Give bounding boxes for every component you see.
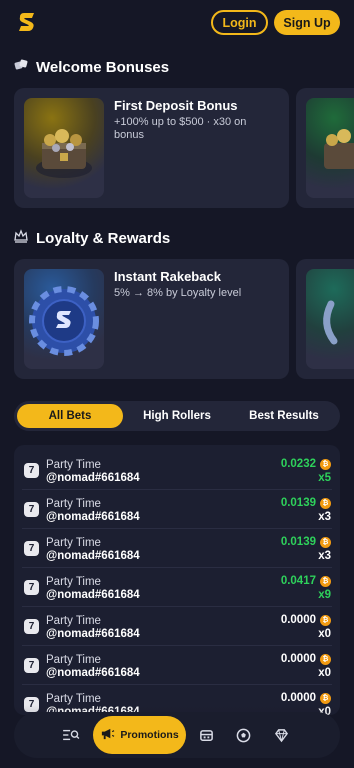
bet-amount: 0.0000 — [280, 614, 316, 626]
bet-game: Party Time — [46, 498, 101, 510]
card-description: +100% up to $500 · x30 on bonus — [114, 116, 247, 141]
diamond-icon[interactable] — [269, 723, 293, 747]
coin-icon: ₿ — [320, 459, 331, 470]
game-icon: 7 — [24, 619, 39, 634]
game-icon: 7 — [24, 697, 39, 712]
bet-multiplier: x9 — [318, 589, 331, 601]
section-title: Loyalty & Rewards — [36, 229, 171, 247]
bet-user: @nomad#661684 — [46, 628, 140, 640]
coin-icon: ₿ — [320, 576, 331, 587]
bet-user: @nomad#661684 — [46, 667, 140, 679]
promotions-label: Promotions — [120, 729, 179, 741]
megaphone-icon — [100, 726, 115, 744]
bet-amount: 0.0000 — [280, 692, 316, 704]
bet-row[interactable]: 7 Party Time @nomad#661684 0.0139 ₿ x3 — [14, 529, 340, 568]
tab-best-results[interactable]: Best Results — [232, 404, 336, 428]
bet-user: @nomad#661684 — [46, 550, 140, 562]
card-title: Instant Rakeback — [114, 269, 221, 284]
bet-game: Party Time — [46, 693, 101, 705]
header: Login Sign Up — [0, 0, 354, 44]
logo[interactable] — [16, 11, 38, 33]
dice-icon — [14, 58, 28, 76]
coin-icon: ₿ — [320, 537, 331, 548]
promotions-button[interactable]: Promotions — [93, 716, 186, 754]
bet-row[interactable]: 7 Party Time @nomad#661684 0.0000 ₿ x0 — [14, 607, 340, 646]
next-bonus-card[interactable] — [296, 88, 354, 208]
welcome-bonuses-heading: Welcome Bonuses — [14, 58, 169, 76]
game-icon: 7 — [24, 463, 39, 478]
bet-amount: 0.0139 — [280, 497, 316, 509]
card-description: 5% → 8% by Loyalty level — [114, 287, 242, 299]
bet-game: Party Time — [46, 654, 101, 666]
bet-amount: 0.0232 — [280, 458, 316, 470]
poker-chip-image — [24, 269, 104, 369]
bet-user: @nomad#661684 — [46, 589, 140, 601]
tab-high-rollers[interactable]: High Rollers — [126, 404, 228, 428]
treasure-chest-image — [24, 98, 104, 198]
bet-multiplier: x3 — [318, 550, 331, 562]
game-icon: 7 — [24, 580, 39, 595]
crown-icon — [14, 229, 28, 247]
card-title: First Deposit Bonus — [114, 98, 238, 113]
signup-button[interactable]: Sign Up — [274, 10, 340, 35]
bets-list: 7 Party Time @nomad#661684 0.0232 ₿ x5 7… — [14, 445, 340, 715]
bet-user: @nomad#661684 — [46, 511, 140, 523]
tab-all-bets[interactable]: All Bets — [17, 404, 123, 428]
bet-game: Party Time — [46, 576, 101, 588]
bet-multiplier: x3 — [318, 511, 331, 523]
slots-icon[interactable] — [194, 723, 218, 747]
bet-amount: 0.0417 — [280, 575, 316, 587]
bet-multiplier: x0 — [318, 667, 331, 679]
reward-image — [306, 269, 354, 369]
coin-icon: ₿ — [320, 498, 331, 509]
first-deposit-bonus-card[interactable]: First Deposit Bonus +100% up to $500 · x… — [14, 88, 289, 208]
bets-tabs: All Bets High Rollers Best Results — [14, 401, 340, 431]
bet-game: Party Time — [46, 459, 101, 471]
treasure-chest-image — [306, 98, 354, 198]
section-title: Welcome Bonuses — [36, 58, 170, 76]
bet-amount: 0.0139 — [280, 536, 316, 548]
bet-multiplier: x0 — [318, 628, 331, 640]
next-reward-card[interactable] — [296, 259, 354, 379]
bet-game: Party Time — [46, 537, 101, 549]
loyalty-rewards-heading: Loyalty & Rewards — [14, 229, 170, 247]
bet-row[interactable]: 7 Party Time @nomad#661684 0.0000 ₿ x0 — [14, 685, 340, 715]
menu-search-icon[interactable] — [59, 723, 83, 747]
instant-rakeback-card[interactable]: Instant Rakeback 5% → 8% by Loyalty leve… — [14, 259, 289, 379]
coin-icon: ₿ — [320, 615, 331, 626]
bet-row[interactable]: 7 Party Time @nomad#661684 0.0232 ₿ x5 — [14, 451, 340, 490]
coin-icon: ₿ — [320, 654, 331, 665]
game-icon: 7 — [24, 502, 39, 517]
bottom-nav: Promotions — [14, 712, 340, 758]
bet-multiplier: x5 — [318, 472, 331, 484]
bet-row[interactable]: 7 Party Time @nomad#661684 0.0139 ₿ x3 — [14, 490, 340, 529]
bet-amount: 0.0000 — [280, 653, 316, 665]
bet-game: Party Time — [46, 615, 101, 627]
game-icon: 7 — [24, 541, 39, 556]
game-icon: 7 — [24, 658, 39, 673]
coin-icon: ₿ — [320, 693, 331, 704]
sports-ball-icon[interactable] — [231, 723, 255, 747]
bet-row[interactable]: 7 Party Time @nomad#661684 0.0417 ₿ x9 — [14, 568, 340, 607]
bet-user: @nomad#661684 — [46, 472, 140, 484]
login-button[interactable]: Login — [211, 10, 268, 35]
bet-row[interactable]: 7 Party Time @nomad#661684 0.0000 ₿ x0 — [14, 646, 340, 685]
